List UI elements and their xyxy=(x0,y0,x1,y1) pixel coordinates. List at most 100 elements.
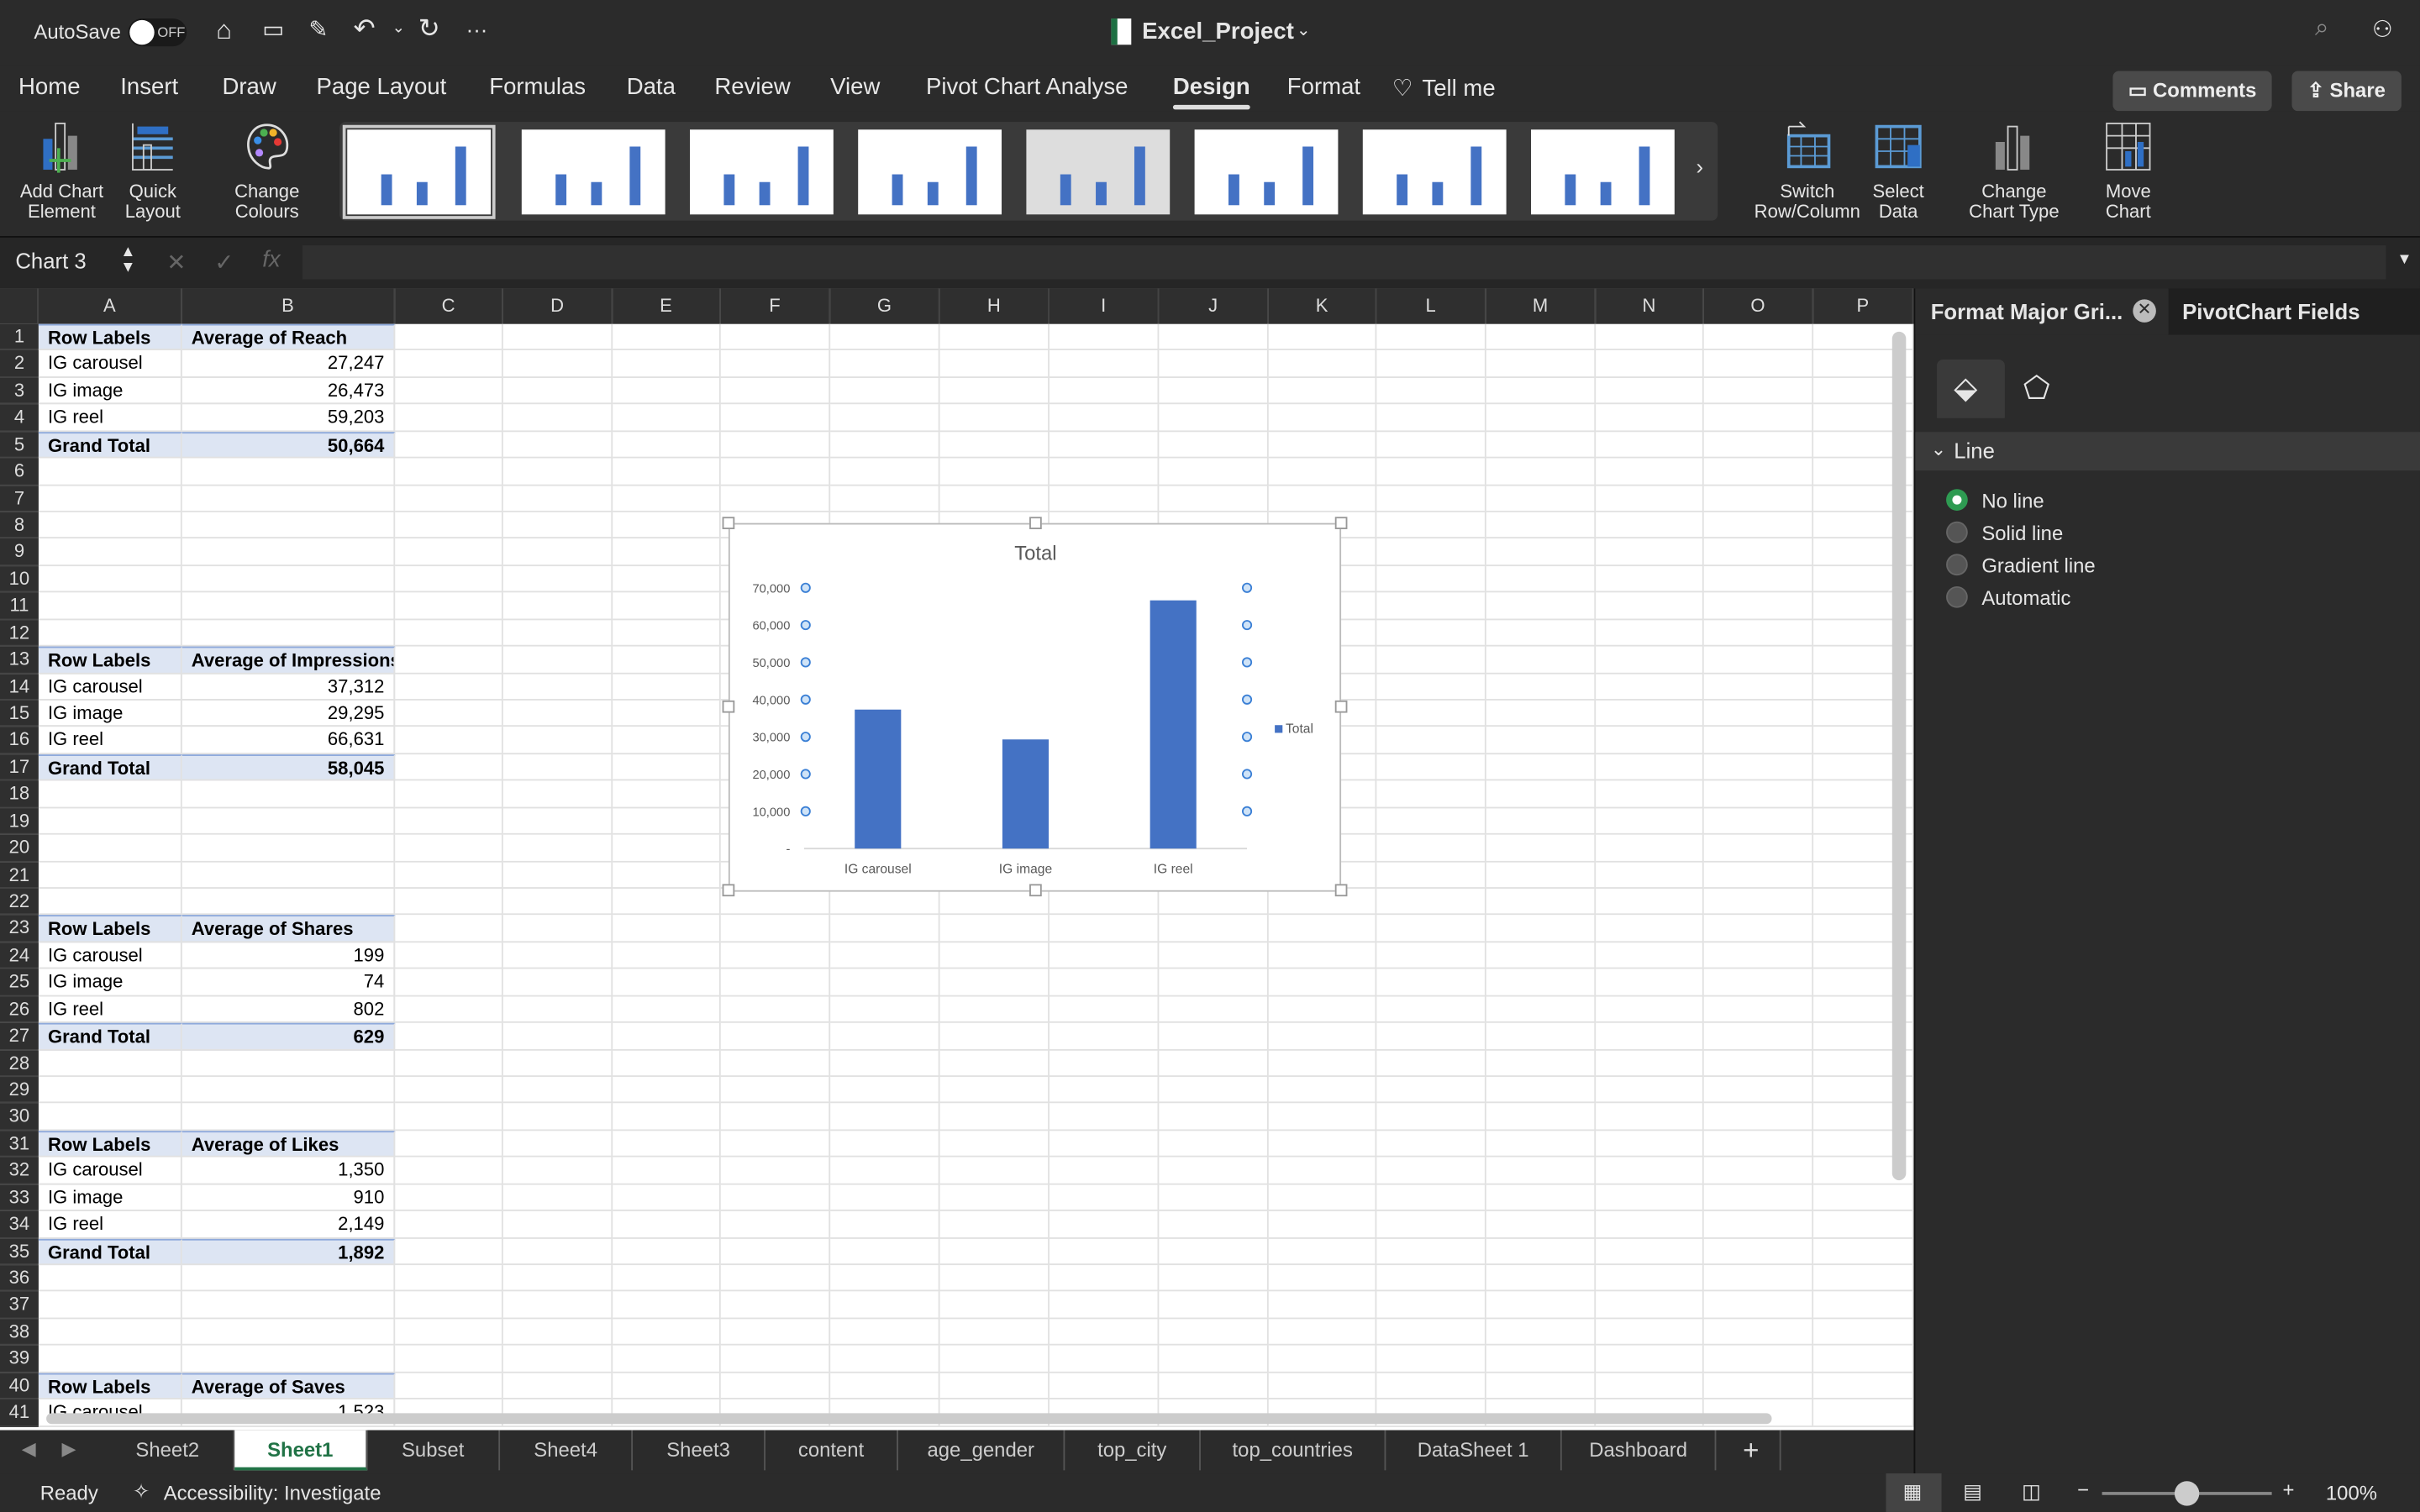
cell[interactable] xyxy=(1268,404,1377,432)
cell[interactable] xyxy=(38,538,182,566)
cell[interactable] xyxy=(1268,1131,1377,1158)
cell[interactable] xyxy=(830,1373,940,1400)
pivot-row-label[interactable]: IG image xyxy=(38,1184,182,1212)
cell[interactable] xyxy=(1596,834,1704,862)
cell[interactable] xyxy=(1049,1319,1160,1347)
cell[interactable] xyxy=(502,753,613,781)
page-layout-view-icon[interactable]: ▤ xyxy=(1963,1479,1982,1504)
chart-style-5[interactable] xyxy=(1026,129,1171,215)
cell[interactable] xyxy=(939,1211,1050,1239)
cell[interactable] xyxy=(1268,350,1377,378)
cell[interactable] xyxy=(1596,646,1704,674)
cell[interactable] xyxy=(502,512,613,539)
accessibility-icon[interactable]: ✧ xyxy=(133,1479,150,1504)
cell[interactable] xyxy=(1049,1211,1160,1239)
cell[interactable] xyxy=(1813,1265,1914,1293)
row-header-31[interactable]: 31 xyxy=(0,1131,39,1158)
tab-page-layout[interactable]: Page Layout xyxy=(317,74,447,100)
cell[interactable] xyxy=(1703,1292,1814,1320)
select-all-corner[interactable] xyxy=(0,288,39,324)
column-header-G[interactable]: G xyxy=(830,288,940,324)
vertical-scrollbar[interactable] xyxy=(1891,331,1907,1181)
comments-button[interactable]: ▭ Comments xyxy=(2112,71,2272,112)
cell[interactable] xyxy=(502,942,613,969)
cell[interactable] xyxy=(613,780,721,808)
cell[interactable] xyxy=(1813,1373,1914,1400)
cell[interactable] xyxy=(830,485,940,512)
cell[interactable] xyxy=(1376,592,1486,620)
line-section-header[interactable]: ⌄ Line xyxy=(1915,432,2420,471)
resize-handle[interactable] xyxy=(722,517,735,529)
cell[interactable] xyxy=(1596,431,1704,459)
row-header-35[interactable]: 35 xyxy=(0,1238,39,1266)
cell[interactable] xyxy=(830,1265,940,1293)
sheet-tab-age_gender[interactable]: age_gender xyxy=(898,1430,1065,1471)
row-header-20[interactable]: 20 xyxy=(0,834,39,862)
cell[interactable] xyxy=(939,1104,1050,1131)
cell[interactable] xyxy=(1049,458,1160,486)
cell[interactable] xyxy=(182,1050,396,1078)
cell[interactable] xyxy=(182,1319,396,1347)
cell[interactable] xyxy=(1486,861,1597,889)
row-header-41[interactable]: 41 xyxy=(0,1399,39,1427)
add-sheet-button[interactable]: + xyxy=(1723,1430,1781,1471)
cell[interactable] xyxy=(1703,1319,1814,1347)
cell[interactable] xyxy=(1049,377,1160,405)
row-header-26[interactable]: 26 xyxy=(0,996,39,1024)
cell[interactable] xyxy=(939,1131,1050,1158)
cell[interactable] xyxy=(502,1050,613,1078)
cell[interactable] xyxy=(395,565,503,593)
cell[interactable] xyxy=(1703,1211,1814,1239)
cell[interactable] xyxy=(1486,727,1597,754)
pivot-value[interactable]: 199 xyxy=(182,942,396,969)
pivot-grand-total-value[interactable]: 629 xyxy=(182,1023,396,1051)
cell[interactable] xyxy=(1486,592,1597,620)
row-header-5[interactable]: 5 xyxy=(0,431,39,459)
cell[interactable] xyxy=(613,538,721,566)
row-header-30[interactable]: 30 xyxy=(0,1104,39,1131)
cell[interactable] xyxy=(613,727,721,754)
row-header-15[interactable]: 15 xyxy=(0,700,39,727)
cell[interactable] xyxy=(1049,323,1160,351)
cell[interactable] xyxy=(1376,458,1486,486)
cell[interactable] xyxy=(182,888,396,916)
cell[interactable] xyxy=(720,1158,831,1185)
pivot-row-label[interactable]: IG carousel xyxy=(38,942,182,969)
cell[interactable] xyxy=(182,485,396,512)
cancel-icon[interactable]: ✕ xyxy=(166,249,186,276)
resize-handle[interactable] xyxy=(1334,700,1348,713)
accessibility-status[interactable]: Accessibility: Investigate xyxy=(164,1481,381,1504)
cell[interactable] xyxy=(1159,1211,1269,1239)
cell[interactable] xyxy=(613,1077,721,1105)
cell[interactable] xyxy=(502,350,613,378)
cell[interactable] xyxy=(1703,727,1814,754)
cell[interactable] xyxy=(720,1346,831,1373)
cell[interactable] xyxy=(1376,915,1486,942)
chart-style-7[interactable] xyxy=(1362,129,1507,215)
cell[interactable] xyxy=(1596,861,1704,889)
cell[interactable] xyxy=(1376,727,1486,754)
cell[interactable] xyxy=(613,834,721,862)
cell[interactable] xyxy=(1703,1077,1814,1105)
cell[interactable] xyxy=(1376,1131,1486,1158)
cell[interactable] xyxy=(830,1023,940,1051)
cell[interactable] xyxy=(1049,1104,1160,1131)
cell[interactable] xyxy=(395,1346,503,1373)
row-header-33[interactable]: 33 xyxy=(0,1184,39,1212)
pivot-value[interactable]: 910 xyxy=(182,1184,396,1212)
cell[interactable] xyxy=(1703,1104,1814,1131)
cell[interactable] xyxy=(1376,888,1486,916)
cell[interactable] xyxy=(1703,323,1814,351)
cell[interactable] xyxy=(1268,1373,1377,1400)
cell[interactable] xyxy=(1268,1211,1377,1239)
cell[interactable] xyxy=(1159,1104,1269,1131)
cell[interactable] xyxy=(38,458,182,486)
pivot-row-label[interactable]: IG reel xyxy=(38,404,182,432)
cell[interactable] xyxy=(613,458,721,486)
cell[interactable] xyxy=(939,942,1050,969)
cell[interactable] xyxy=(395,1319,503,1347)
cell[interactable] xyxy=(1486,619,1597,647)
cell[interactable] xyxy=(1596,1346,1704,1373)
cell[interactable] xyxy=(1268,458,1377,486)
cell[interactable] xyxy=(1486,1265,1597,1293)
